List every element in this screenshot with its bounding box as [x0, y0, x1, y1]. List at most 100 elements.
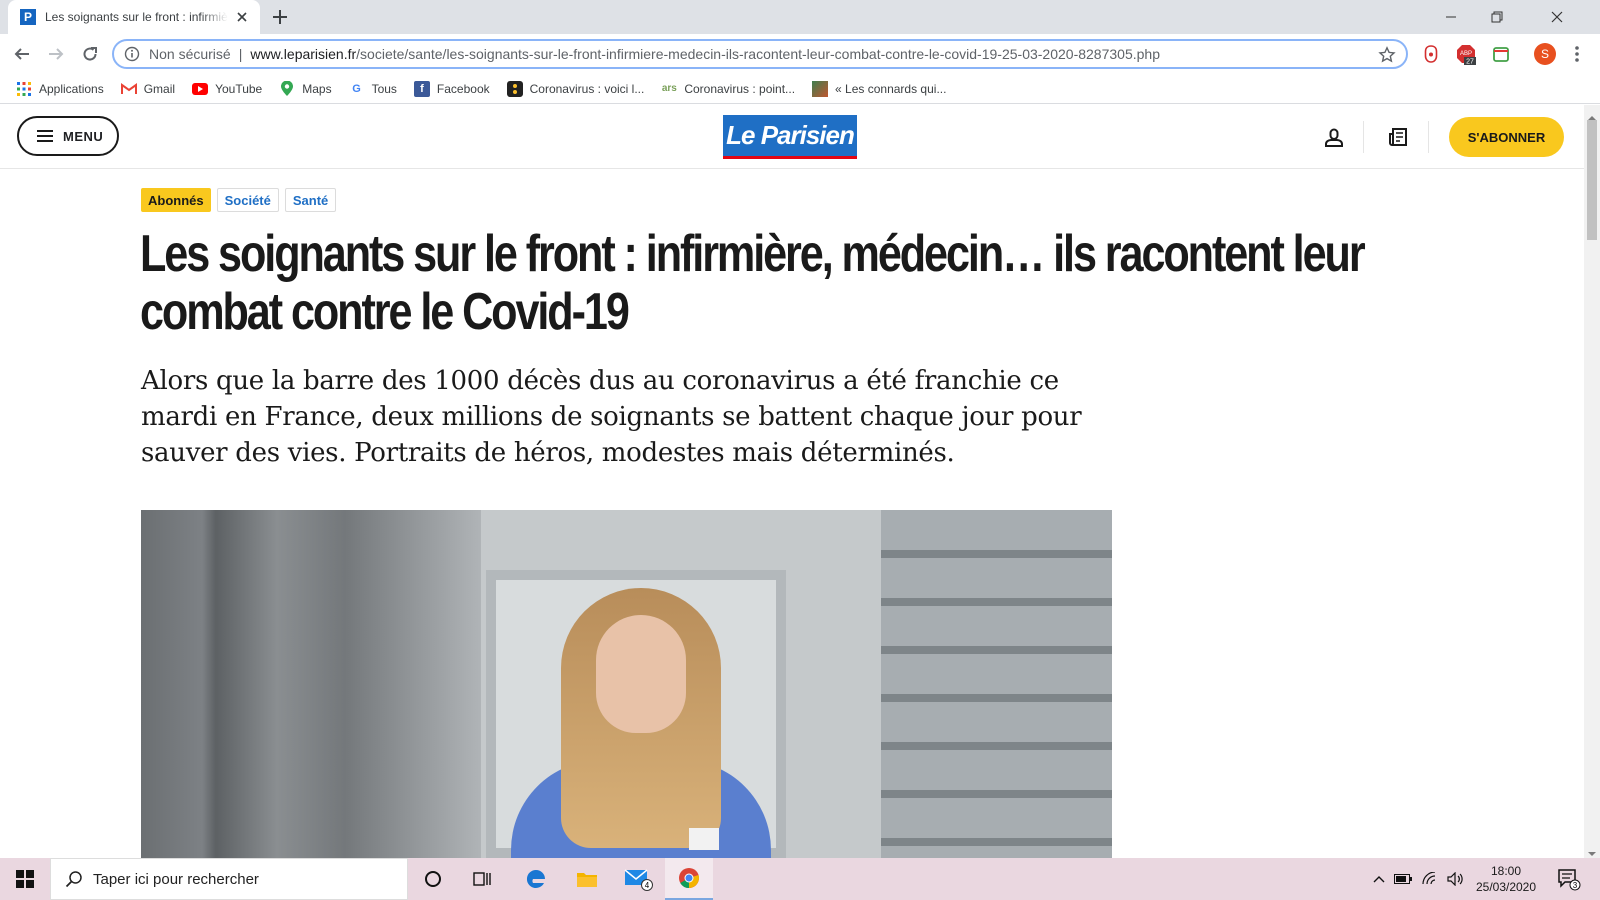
- windows-start-icon[interactable]: [0, 858, 50, 900]
- hamburger-icon: [37, 130, 53, 142]
- more-menu-icon[interactable]: [1571, 44, 1583, 64]
- bookmark-label: Coronavirus : voici l...: [529, 81, 645, 96]
- scrollbar-thumb[interactable]: [1587, 120, 1597, 240]
- restore-icon[interactable]: [1474, 0, 1520, 34]
- edge-icon[interactable]: [512, 858, 560, 900]
- tag-societe[interactable]: Société: [216, 188, 279, 212]
- windows-taskbar: Taper ici pour rechercher 4 18:00 25/03/…: [0, 858, 1600, 900]
- bookmark-label: Maps: [302, 81, 332, 96]
- svg-text:ABP: ABP: [1460, 51, 1472, 57]
- info-icon[interactable]: [124, 46, 140, 62]
- subscribe-button[interactable]: S'ABONNER: [1449, 117, 1564, 157]
- menu-label: MENU: [63, 128, 104, 144]
- notification-center-icon[interactable]: 3: [1556, 866, 1582, 892]
- bookmark-youtube[interactable]: YouTube: [192, 81, 262, 97]
- le-parisien-logo[interactable]: Le Parisien: [723, 115, 857, 159]
- image-icon: [812, 80, 829, 97]
- leparisien-favicon-icon: P: [20, 9, 36, 25]
- bookmark-label: Facebook: [436, 81, 490, 96]
- photo-windows: [881, 510, 1112, 858]
- account-icon[interactable]: [1322, 125, 1346, 149]
- bookmark-connards[interactable]: « Les connards qui...: [812, 80, 947, 97]
- taskbar-search-placeholder: Taper ici pour rechercher: [93, 870, 259, 888]
- taskbar-search-box[interactable]: Taper ici pour rechercher: [50, 858, 408, 900]
- header-divider: [1363, 121, 1364, 153]
- mail-badge: 4: [645, 881, 650, 890]
- show-hidden-icons-icon[interactable]: [1370, 870, 1388, 888]
- battery-icon[interactable]: [1394, 870, 1412, 888]
- bookmark-coronavirus-1[interactable]: Coronavirus : voici l...: [506, 80, 645, 97]
- tab-strip: P Les soignants sur le front : infirmièr…: [0, 0, 1600, 34]
- header-divider: [1428, 121, 1429, 153]
- bookmark-label: Applications: [39, 81, 104, 96]
- mail-icon[interactable]: 4: [614, 858, 662, 900]
- back-icon[interactable]: [10, 42, 34, 66]
- photo-name-badge: [689, 828, 719, 850]
- clock-date: 25/03/2020: [1475, 880, 1537, 894]
- bookmark-applications[interactable]: Applications: [16, 81, 104, 97]
- bookmark-maps[interactable]: Maps: [279, 80, 332, 97]
- omnibox-separator: |: [238, 46, 243, 62]
- article-headline: Les soignants sur le front : infirmière,…: [140, 225, 1366, 341]
- bookmark-label: Gmail: [143, 81, 176, 96]
- google-icon: G: [352, 82, 361, 95]
- ars-icon: ars: [661, 83, 677, 94]
- browser-tab[interactable]: P Les soignants sur le front : infirmièr…: [8, 0, 260, 34]
- address-bar[interactable]: Non sécurisé | www.leparisien.fr/societe…: [112, 39, 1408, 69]
- bookmark-star-icon[interactable]: [1378, 46, 1396, 64]
- bookmark-coronavirus-2[interactable]: ars Coronavirus : point...: [661, 81, 795, 97]
- scroll-up-icon[interactable]: [1588, 109, 1596, 120]
- page-viewport: MENU Le Parisien S'ABONNER Abonnés Socié…: [0, 105, 1584, 858]
- bookmarks-bar: Applications Gmail YouTube Maps G Tous fF…: [0, 74, 1600, 104]
- url-host: www.leparisien.fr: [250, 46, 357, 62]
- photo-wall: [141, 510, 481, 858]
- forward-icon[interactable]: [44, 42, 68, 66]
- extension-badge-count: 27: [1466, 59, 1474, 66]
- site-header: MENU Le Parisien S'ABONNER: [0, 105, 1584, 169]
- tag-sante[interactable]: Santé: [284, 188, 337, 212]
- bookmark-label: Coronavirus : point...: [684, 81, 796, 96]
- close-tab-icon[interactable]: [234, 9, 250, 25]
- search-icon: [65, 871, 82, 888]
- wifi-icon[interactable]: [1421, 870, 1439, 888]
- tab-title: Les soignants sur le front : infirmière,…: [45, 10, 228, 24]
- url-text[interactable]: www.leparisien.fr/societe/sante/les-soig…: [250, 46, 1160, 62]
- bookmark-label: « Les connards qui...: [835, 81, 947, 96]
- apps-grid-icon: [16, 81, 32, 97]
- reload-icon[interactable]: [78, 42, 102, 66]
- new-tab-icon[interactable]: [270, 7, 290, 27]
- notification-count: 3: [1573, 881, 1578, 890]
- scroll-down-icon[interactable]: [1588, 845, 1596, 856]
- maps-icon: [279, 80, 295, 97]
- minimize-icon[interactable]: [1428, 0, 1474, 34]
- menu-button[interactable]: MENU: [17, 116, 119, 156]
- cortana-icon[interactable]: [409, 858, 457, 900]
- photo-face: [596, 615, 686, 733]
- profile-avatar[interactable]: S: [1534, 43, 1556, 65]
- extension-pocket-icon[interactable]: [1490, 43, 1512, 65]
- article-tags: Abonnés Société Santé: [141, 188, 342, 212]
- chrome-taskbar-icon[interactable]: [665, 858, 713, 900]
- newspaper-icon[interactable]: [1386, 125, 1410, 149]
- site-icon: [506, 80, 523, 97]
- bookmark-facebook[interactable]: f Facebook: [413, 80, 490, 97]
- vertical-scrollbar[interactable]: [1584, 105, 1600, 858]
- subscriber-badge: Abonnés: [141, 188, 211, 212]
- file-explorer-icon[interactable]: [563, 858, 611, 900]
- close-window-icon[interactable]: [1534, 0, 1580, 34]
- facebook-icon: f: [413, 80, 430, 97]
- url-path: /societe/sante/les-soignants-sur-le-fron…: [356, 46, 1160, 62]
- bookmark-gmail[interactable]: Gmail: [120, 81, 176, 97]
- system-clock[interactable]: 18:00 25/03/2020: [1462, 863, 1550, 895]
- article-photo[interactable]: [141, 510, 1112, 858]
- extension-lastpass-icon[interactable]: [1420, 43, 1442, 65]
- bookmark-tous[interactable]: G Tous: [349, 81, 397, 97]
- security-label: Non sécurisé: [149, 46, 231, 62]
- browser-toolbar: Non sécurisé | www.leparisien.fr/societe…: [0, 34, 1600, 74]
- gmail-icon: [120, 81, 137, 97]
- clock-time: 18:00: [1490, 864, 1522, 878]
- youtube-icon: [192, 81, 209, 97]
- extension-adblock-icon[interactable]: ABP 27: [1455, 43, 1477, 65]
- bookmark-label: Tous: [371, 81, 397, 96]
- task-view-icon[interactable]: [459, 858, 507, 900]
